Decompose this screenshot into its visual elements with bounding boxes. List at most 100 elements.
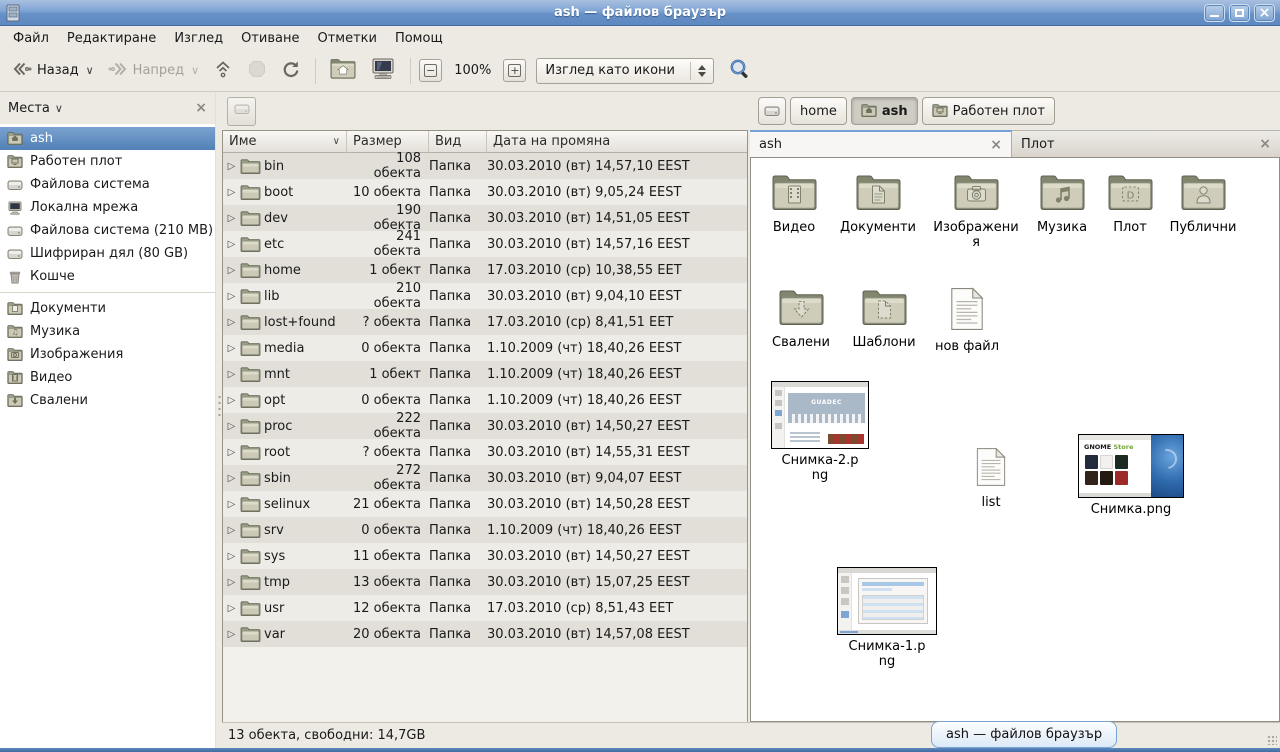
expander-icon[interactable]: ▷ [223,213,240,224]
tree-row-srv[interactable]: ▷ srv 0 обекта Папка 1.10.2009 (чт) 18,4… [223,517,747,543]
cell-name: lost+found [264,315,347,330]
path-button-ash[interactable]: ash [851,97,918,125]
column-header-name[interactable]: Име ∨ [223,131,347,153]
file-snimka[interactable]: GNOME Store Снимка.png [1076,434,1186,518]
expander-icon[interactable]: ▷ [223,499,240,510]
tree-row-boot[interactable]: ▷ boot 10 обекта Папка 30.03.2010 (вт) 9… [223,179,747,205]
column-header-date[interactable]: Дата на промяна [487,131,747,153]
expander-icon[interactable]: ▷ [223,629,240,640]
column-header-size[interactable]: Размер [347,131,429,153]
sidebar-item-encrypted-80[interactable]: Шифриран дял (80 GB) [0,242,215,265]
sidebar-item-filesystem-210[interactable]: Файлова система (210 MB) [0,219,215,242]
expander-icon[interactable]: ▷ [223,265,240,276]
maximize-button[interactable] [1229,4,1250,22]
sidebar-item-network[interactable]: Локална мрежа [0,196,215,219]
menu-item-3[interactable]: Отиване [232,29,308,48]
file-public[interactable]: Публични [1148,174,1258,236]
expander-icon[interactable]: ▷ [223,551,240,562]
expander-icon[interactable]: ▷ [223,603,240,614]
tab-plot[interactable]: Плот × [1012,130,1280,157]
tree-row-sbin[interactable]: ▷ sbin 272 обекта Папка 30.03.2010 (вт) … [223,465,747,491]
file-list[interactable]: list [936,447,1046,511]
menu-item-5[interactable]: Помощ [386,29,452,48]
tree-row-sys[interactable]: ▷ sys 11 обекта Папка 30.03.2010 (вт) 14… [223,543,747,569]
zoom-in-button[interactable]: + [503,59,526,82]
up-icon [213,59,233,83]
path-button-root[interactable] [758,97,786,125]
tab-ash[interactable]: ash × [750,130,1012,157]
stop-button[interactable] [241,55,273,87]
path-button-label: ash [882,104,908,119]
file-snimka-2[interactable]: GUADEC Снимка-2.png [765,381,875,484]
tree-row-selinux[interactable]: ▷ selinux 21 обекта Папка 30.03.2010 (вт… [223,491,747,517]
tree-row-lib[interactable]: ▷ lib 210 обекта Папка 30.03.2010 (вт) 9… [223,283,747,309]
expander-icon[interactable]: ▷ [223,187,240,198]
icon-view[interactable]: Видео Документи Изображения Музика DПлот… [750,157,1280,722]
path-button-desktop[interactable]: Работен плот [922,97,1055,125]
tree-row-var[interactable]: ▷ var 20 обекта Папка 30.03.2010 (вт) 14… [223,621,747,647]
path-button-home[interactable]: home [790,97,847,125]
close-button[interactable]: × [1254,4,1275,22]
tab-close-icon[interactable]: × [1259,136,1271,152]
tree-row-tmp[interactable]: ▷ tmp 13 обекта Папка 30.03.2010 (вт) 15… [223,569,747,595]
sidebar-splitter[interactable] [215,92,222,748]
sidebar-item-trash[interactable]: Кошче [0,265,215,288]
search-button[interactable] [726,55,754,87]
sidebar-close-button[interactable]: × [195,100,207,116]
file-snimka-1[interactable]: Снимка-1.png [832,567,942,670]
expander-icon[interactable]: ▷ [223,421,240,432]
column-header-type[interactable]: Вид [429,131,487,153]
expander-icon[interactable]: ▷ [223,395,240,406]
sidebar-pane-select[interactable]: Места ∨ [8,101,63,116]
sidebar-item-ash[interactable]: ash [0,127,215,150]
expander-icon[interactable]: ▷ [223,239,240,250]
tree-row-proc[interactable]: ▷ proc 222 обекта Папка 30.03.2010 (вт) … [223,413,747,439]
reload-button[interactable] [275,55,307,87]
back-dropdown-icon[interactable]: ∨ [86,64,94,77]
tree-row-dev[interactable]: ▷ dev 190 обекта Папка 30.03.2010 (вт) 1… [223,205,747,231]
view-mode-select[interactable]: Изглед като икони [536,58,714,84]
sidebar-item-downloads[interactable]: Свалени [0,389,215,412]
menu-item-4[interactable]: Отметки [308,29,385,48]
expander-icon[interactable]: ▷ [223,161,240,172]
menu-item-1[interactable]: Редактиране [58,29,165,48]
file-documents[interactable]: Документи [823,174,933,236]
sidebar-item-images[interactable]: Изображения [0,343,215,366]
expander-icon[interactable]: ▷ [223,525,240,536]
tree-row-usr[interactable]: ▷ usr 12 обекта Папка 17.03.2010 (ср) 8,… [223,595,747,621]
tree-row-media[interactable]: ▷ media 0 обекта Папка 1.10.2009 (чт) 18… [223,335,747,361]
sidebar-item-documents[interactable]: Документи [0,297,215,320]
tree-row-etc[interactable]: ▷ etc 241 обекта Папка 30.03.2010 (вт) 1… [223,231,747,257]
zoom-out-button[interactable]: − [419,59,442,82]
expander-icon[interactable]: ▷ [223,369,240,380]
back-button[interactable]: Назад ∨ [6,56,100,86]
tree-row-bin[interactable]: ▷ bin 108 обекта Папка 30.03.2010 (вт) 1… [223,153,747,179]
home-button[interactable] [324,54,362,88]
expander-icon[interactable]: ▷ [223,291,240,302]
expander-icon[interactable]: ▷ [223,343,240,354]
tree-row-root[interactable]: ▷ root ? обекта Папка 30.03.2010 (вт) 14… [223,439,747,465]
tab-close-icon[interactable]: × [990,137,1002,153]
expander-icon[interactable]: ▷ [223,447,240,458]
file-new-file[interactable]: нов файл [912,287,1022,355]
sidebar-item-music[interactable]: ♫Музика [0,320,215,343]
taskbar-window-button[interactable]: ash — файлов браузър [931,721,1117,748]
minimize-button[interactable] [1204,4,1225,22]
expander-icon[interactable]: ▷ [223,577,240,588]
tree-row-lost+found[interactable]: ▷ lost+found ? обекта Папка 17.03.2010 (… [223,309,747,335]
sidebar-item-video[interactable]: Видео [0,366,215,389]
menu-item-2[interactable]: Изглед [165,29,232,48]
up-button[interactable] [207,55,239,87]
sidebar-item-filesystem[interactable]: Файлова система [0,173,215,196]
tree-root-button[interactable] [227,97,256,126]
computer-button[interactable] [364,53,402,89]
tree-row-opt[interactable]: ▷ opt 0 обекта Папка 1.10.2009 (чт) 18,4… [223,387,747,413]
tree-row-mnt[interactable]: ▷ mnt 1 обект Папка 1.10.2009 (чт) 18,40… [223,361,747,387]
forward-button[interactable]: Напред ∨ [102,56,206,86]
tree-row-home[interactable]: ▷ home 1 обект Папка 17.03.2010 (ср) 10,… [223,257,747,283]
sidebar-item-desktop[interactable]: Работен плот [0,150,215,173]
menu-item-0[interactable]: Файл [4,29,58,48]
resize-grip[interactable] [1267,735,1277,745]
expander-icon[interactable]: ▷ [223,317,240,328]
expander-icon[interactable]: ▷ [223,473,240,484]
